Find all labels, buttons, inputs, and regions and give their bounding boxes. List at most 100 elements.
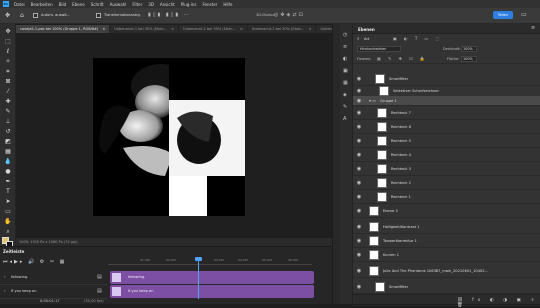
menu-item-fenster[interactable]: Fenster [202, 2, 217, 7]
3d-icons[interactable]: ◎✥◈⇄⊡ [274, 12, 305, 18]
visibility-eye-icon[interactable]: ◉ [355, 76, 363, 82]
clip-2[interactable]: If you keep on [110, 285, 314, 298]
visibility-eye-icon[interactable]: ◉ [355, 208, 363, 214]
layer-row[interactable]: ◉ Rechteck 1 [353, 190, 540, 204]
move-tool-icon[interactable]: ✥ [5, 12, 10, 19]
properties-panel-icon[interactable]: ≡ [343, 44, 347, 50]
history-panel-icon[interactable]: ◷ [343, 32, 347, 38]
opacity-input[interactable]: 100% [461, 46, 477, 52]
history-brush-icon[interactable]: ↺ [4, 128, 12, 135]
menu-item-ebene[interactable]: Ebene [72, 2, 85, 7]
menu-item-plugins[interactable]: Plug-ins [181, 2, 197, 7]
clip-1[interactable]: following. [110, 271, 314, 284]
eraser-tool-icon[interactable]: ◩ [4, 138, 12, 145]
layer-row[interactable]: ◉ Rechteck 3 [353, 162, 540, 176]
menu-item-bearbeiten[interactable]: Bearbeiten [31, 2, 53, 7]
dodge-tool-icon[interactable]: ● [4, 168, 12, 175]
autoselect-checkbox[interactable] [33, 13, 38, 18]
visibility-eye-icon[interactable]: ◉ [355, 252, 363, 258]
close-icon[interactable]: × [171, 27, 174, 31]
pen-tool-icon[interactable]: ✒ [4, 178, 12, 185]
filter-icons[interactable]: ▣ ◐ T ▭ ⬚ [393, 36, 442, 41]
zoom-tool-icon[interactable]: ⌕ [4, 228, 12, 235]
adjustments-panel-icon[interactable]: ◐ [343, 56, 347, 62]
layer-row[interactable]: ◉ Kurven 1 [353, 248, 540, 262]
search-icon[interactable]: ⌕ [357, 36, 360, 42]
type-tool-icon[interactable]: T [4, 188, 12, 195]
footer-icons[interactable]: ⛓ fx ◐ ◑ ▣ ＋ 🗑 [457, 297, 540, 308]
transform-checkbox[interactable] [96, 13, 101, 18]
track-expand-icon[interactable]: › [4, 288, 6, 293]
layer-row[interactable]: ◉ Ebene 3 [353, 204, 540, 218]
track-1[interactable]: › following. ▤ [0, 271, 108, 285]
playhead[interactable] [198, 259, 199, 299]
move-tool-icon[interactable]: ✥ [4, 28, 12, 35]
lock-icons[interactable]: ▦ ✎ ✥ ⊡ 🔒 [377, 56, 428, 61]
libraries-panel-icon[interactable]: ▣ [343, 68, 348, 74]
track-2[interactable]: › If you keep on ▤ [0, 285, 108, 299]
lasso-tool-icon[interactable]: ℓ [4, 48, 12, 55]
eyedropper-tool-icon[interactable]: ⁄ [4, 88, 12, 95]
layer-row[interactable]: ◉ Rechteck 2 [353, 176, 540, 190]
align-icons[interactable]: ▮▯▮ ▮▯▮ ⋯ [148, 12, 191, 18]
tab-unbenannt-2[interactable]: Unbenannt-2 bei 30% (Eben... × [248, 25, 317, 33]
brush-settings-icon[interactable]: ✎ [343, 104, 347, 110]
layer-row[interactable]: ◉ Rechteck 6 [353, 120, 540, 134]
visibility-eye-icon[interactable]: ◉ [355, 224, 363, 230]
group-folder-icon[interactable]: ▾ ▭ [369, 98, 376, 103]
crop-tool-icon[interactable]: ⌗ [4, 68, 12, 75]
gradient-tool-icon[interactable]: ▦ [4, 148, 12, 155]
channels-panel-icon[interactable]: ◈ [343, 92, 347, 98]
menu-item-hilfe[interactable]: Hilfe [223, 2, 232, 7]
blur-tool-icon[interactable]: 💧 [4, 158, 12, 165]
visibility-eye-icon[interactable]: ◉ [355, 284, 363, 290]
menu-item-datei[interactable]: Datei [14, 2, 25, 7]
visibility-eye-icon[interactable]: ◉ [355, 238, 363, 244]
visibility-eye-icon[interactable]: ◉ [355, 152, 363, 158]
close-icon[interactable]: × [102, 27, 105, 31]
share-button[interactable]: Teilen [493, 11, 513, 19]
menu-item-bild[interactable]: Bild [59, 2, 67, 7]
transform-label[interactable]: Transformationsstrg. [104, 13, 141, 17]
autoselect-label[interactable]: Autom. auswä... [41, 13, 70, 17]
ps-logo-icon[interactable]: Ps [3, 1, 9, 7]
visibility-eye-icon[interactable]: ◉ [355, 98, 363, 104]
layer-row[interactable]: ◉ Julie And The Phantoms 106387_main_2021… [353, 264, 540, 278]
stamp-tool-icon[interactable]: ⊥ [4, 118, 12, 125]
document-canvas[interactable] [93, 58, 245, 216]
panel-title[interactable]: Ebenen [358, 27, 375, 32]
layer-row[interactable]: ◉ Tonwertkorrektur 1 [353, 234, 540, 248]
layer-row[interactable]: ◉ Rechteck 5 [353, 134, 540, 148]
frame-tool-icon[interactable]: ⊠ [4, 78, 12, 85]
playhead-handle-icon[interactable] [195, 257, 202, 261]
character-panel-icon[interactable]: A [343, 116, 346, 122]
swatches-panel-icon[interactable]: ▦ [343, 80, 348, 86]
menu-item-ansicht[interactable]: Ansicht [160, 2, 175, 7]
layer-row[interactable]: ◉ Helligkeit/Kontrast 1 [353, 220, 540, 234]
visibility-eye-icon[interactable]: ◉ [355, 166, 363, 172]
magic-wand-tool-icon[interactable]: ✧ [4, 58, 12, 65]
visibility-eye-icon[interactable]: ◉ [355, 124, 363, 130]
panel-menu-icon[interactable]: ≡ [531, 25, 535, 31]
menu-item-auswahl[interactable]: Auswahl [110, 2, 127, 7]
brush-tool-icon[interactable]: ✎ [4, 108, 12, 115]
filter-kind-select[interactable]: Art [364, 37, 369, 41]
timeline-title[interactable]: Zeitleiste [3, 249, 24, 254]
timeline-controls[interactable]: ⏮◂▶▸ 🔊 ⚙ ✂ ▦ [3, 259, 66, 265]
tab-unbenannt-1b[interactable]: Unbenannt-1 bei 30% (Eben... × [179, 25, 248, 33]
track-expand-icon[interactable]: › [4, 274, 6, 279]
fill-input[interactable]: 100% [461, 56, 477, 62]
workspace-icon[interactable]: ▭ [521, 11, 527, 18]
layer-row[interactable]: ◉ Rechteck 7 [353, 106, 540, 120]
rectangle-tool-icon[interactable]: ▭ [4, 208, 12, 215]
tab-caveja5[interactable]: caveja5-1.psb bei 100% (Gruppe 1, RGB/8#… [16, 25, 111, 33]
layer-row[interactable]: ◉ ▾ ▭ Gruppe 1 [353, 96, 540, 106]
visibility-eye-icon[interactable]: ◉ [355, 180, 363, 186]
ruler[interactable] [108, 259, 312, 265]
hand-tool-icon[interactable]: ✋ [4, 218, 12, 225]
marquee-tool-icon[interactable]: ⬚ [4, 38, 12, 45]
film-icon[interactable]: ▤ [97, 288, 102, 294]
tab-unbenannt-1a[interactable]: Unbenannt-1 bei 30% (Eben... × [110, 25, 180, 33]
close-icon[interactable]: × [309, 27, 312, 31]
menu-item-schrift[interactable]: Schrift [91, 2, 104, 7]
